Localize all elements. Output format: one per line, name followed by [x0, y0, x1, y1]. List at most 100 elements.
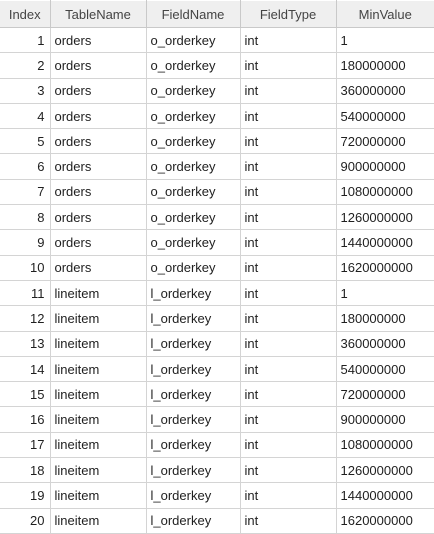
cell-minvalue[interactable]: 540000000	[336, 103, 434, 130]
table-row[interactable]: 8 orders o_orderkey int 1260000000	[0, 204, 434, 231]
cell-fieldtype[interactable]: int	[240, 482, 337, 509]
table-row[interactable]: 3 orders o_orderkey int 360000000	[0, 78, 434, 104]
cell-index[interactable]: 2	[0, 52, 51, 79]
cell-tablename[interactable]: orders	[50, 229, 147, 256]
cell-tablename[interactable]: orders	[50, 204, 147, 231]
cell-tablename[interactable]: lineitem	[50, 331, 147, 357]
cell-fieldtype[interactable]: int	[240, 381, 337, 408]
table-row[interactable]: 17 lineitem l_orderkey int 1080000000	[0, 432, 434, 459]
cell-minvalue[interactable]: 1620000000	[336, 255, 434, 281]
table-row[interactable]: 18 lineitem l_orderkey int 1260000000	[0, 457, 434, 484]
cell-tablename[interactable]: lineitem	[50, 482, 147, 509]
table-row[interactable]: 12 lineitem l_orderkey int 180000000	[0, 305, 434, 332]
cell-fieldtype[interactable]: int	[240, 280, 337, 307]
cell-tablename[interactable]: orders	[50, 103, 147, 130]
cell-fieldtype[interactable]: int	[240, 204, 337, 231]
cell-minvalue[interactable]: 720000000	[336, 381, 434, 408]
cell-fieldname[interactable]: o_orderkey	[146, 204, 241, 231]
cell-fieldname[interactable]: l_orderkey	[146, 381, 241, 408]
table-row[interactable]: 15 lineitem l_orderkey int 720000000	[0, 381, 434, 408]
cell-index[interactable]: 4	[0, 103, 51, 130]
cell-fieldname[interactable]: l_orderkey	[146, 280, 241, 307]
table-row[interactable]: 1 orders o_orderkey int 1	[0, 27, 434, 54]
cell-index[interactable]: 11	[0, 280, 51, 307]
cell-fieldname[interactable]: l_orderkey	[146, 331, 241, 357]
cell-tablename[interactable]: lineitem	[50, 457, 147, 484]
table-row[interactable]: 14 lineitem l_orderkey int 540000000	[0, 356, 434, 383]
column-header-index[interactable]: Index	[0, 0, 51, 28]
cell-fieldtype[interactable]: int	[240, 305, 337, 332]
cell-minvalue[interactable]: 1	[336, 27, 434, 54]
cell-fieldname[interactable]: l_orderkey	[146, 508, 241, 534]
cell-minvalue[interactable]: 180000000	[336, 52, 434, 79]
cell-tablename[interactable]: lineitem	[50, 508, 147, 534]
cell-fieldname[interactable]: l_orderkey	[146, 482, 241, 509]
cell-fieldname[interactable]: o_orderkey	[146, 103, 241, 130]
cell-minvalue[interactable]: 1440000000	[336, 482, 434, 509]
cell-minvalue[interactable]: 180000000	[336, 305, 434, 332]
table-row[interactable]: 13 lineitem l_orderkey int 360000000	[0, 331, 434, 357]
cell-minvalue[interactable]: 1260000000	[336, 457, 434, 484]
cell-fieldname[interactable]: o_orderkey	[146, 27, 241, 54]
cell-index[interactable]: 3	[0, 78, 51, 104]
cell-fieldname[interactable]: l_orderkey	[146, 305, 241, 332]
cell-tablename[interactable]: lineitem	[50, 356, 147, 383]
cell-index[interactable]: 18	[0, 457, 51, 484]
cell-index[interactable]: 13	[0, 331, 51, 357]
table-row[interactable]: 16 lineitem l_orderkey int 900000000	[0, 406, 434, 433]
cell-index[interactable]: 14	[0, 356, 51, 383]
cell-fieldtype[interactable]: int	[240, 52, 337, 79]
cell-fieldtype[interactable]: int	[240, 128, 337, 155]
cell-minvalue[interactable]: 720000000	[336, 128, 434, 155]
table-row[interactable]: 7 orders o_orderkey int 1080000000	[0, 179, 434, 206]
column-header-tablename[interactable]: TableName	[50, 0, 147, 28]
cell-tablename[interactable]: orders	[50, 27, 147, 54]
cell-fieldtype[interactable]: int	[240, 406, 337, 433]
cell-minvalue[interactable]: 540000000	[336, 356, 434, 383]
column-header-minvalue[interactable]: MinValue	[336, 0, 434, 28]
cell-fieldname[interactable]: o_orderkey	[146, 153, 241, 180]
cell-tablename[interactable]: lineitem	[50, 381, 147, 408]
cell-fieldtype[interactable]: int	[240, 356, 337, 383]
cell-minvalue[interactable]: 360000000	[336, 331, 434, 357]
cell-tablename[interactable]: lineitem	[50, 406, 147, 433]
cell-fieldtype[interactable]: int	[240, 153, 337, 180]
cell-fieldname[interactable]: o_orderkey	[146, 78, 241, 104]
cell-fieldname[interactable]: o_orderkey	[146, 179, 241, 206]
cell-fieldtype[interactable]: int	[240, 27, 337, 54]
cell-index[interactable]: 16	[0, 406, 51, 433]
cell-minvalue[interactable]: 1080000000	[336, 432, 434, 459]
cell-fieldtype[interactable]: int	[240, 78, 337, 104]
cell-minvalue[interactable]: 1	[336, 280, 434, 307]
cell-minvalue[interactable]: 1620000000	[336, 508, 434, 534]
cell-tablename[interactable]: lineitem	[50, 280, 147, 307]
table-row[interactable]: 6 orders o_orderkey int 900000000	[0, 153, 434, 180]
cell-index[interactable]: 15	[0, 381, 51, 408]
cell-minvalue[interactable]: 1440000000	[336, 229, 434, 256]
table-row[interactable]: 10 orders o_orderkey int 1620000000	[0, 255, 434, 281]
cell-index[interactable]: 9	[0, 229, 51, 256]
cell-tablename[interactable]: orders	[50, 128, 147, 155]
cell-tablename[interactable]: orders	[50, 52, 147, 79]
cell-tablename[interactable]: orders	[50, 78, 147, 104]
cell-fieldname[interactable]: l_orderkey	[146, 457, 241, 484]
cell-index[interactable]: 12	[0, 305, 51, 332]
table-row[interactable]: 4 orders o_orderkey int 540000000	[0, 103, 434, 130]
cell-fieldname[interactable]: l_orderkey	[146, 406, 241, 433]
cell-fieldname[interactable]: o_orderkey	[146, 52, 241, 79]
cell-index[interactable]: 20	[0, 508, 51, 534]
cell-index[interactable]: 10	[0, 255, 51, 281]
cell-fieldtype[interactable]: int	[240, 103, 337, 130]
cell-minvalue[interactable]: 900000000	[336, 406, 434, 433]
cell-fieldname[interactable]: l_orderkey	[146, 432, 241, 459]
cell-tablename[interactable]: orders	[50, 255, 147, 281]
cell-index[interactable]: 7	[0, 179, 51, 206]
cell-fieldtype[interactable]: int	[240, 432, 337, 459]
cell-fieldname[interactable]: o_orderkey	[146, 229, 241, 256]
cell-fieldname[interactable]: o_orderkey	[146, 128, 241, 155]
table-row[interactable]: 2 orders o_orderkey int 180000000	[0, 52, 434, 79]
table-row[interactable]: 20 lineitem l_orderkey int 1620000000	[0, 508, 434, 534]
cell-fieldtype[interactable]: int	[240, 457, 337, 484]
cell-fieldtype[interactable]: int	[240, 508, 337, 534]
cell-index[interactable]: 8	[0, 204, 51, 231]
